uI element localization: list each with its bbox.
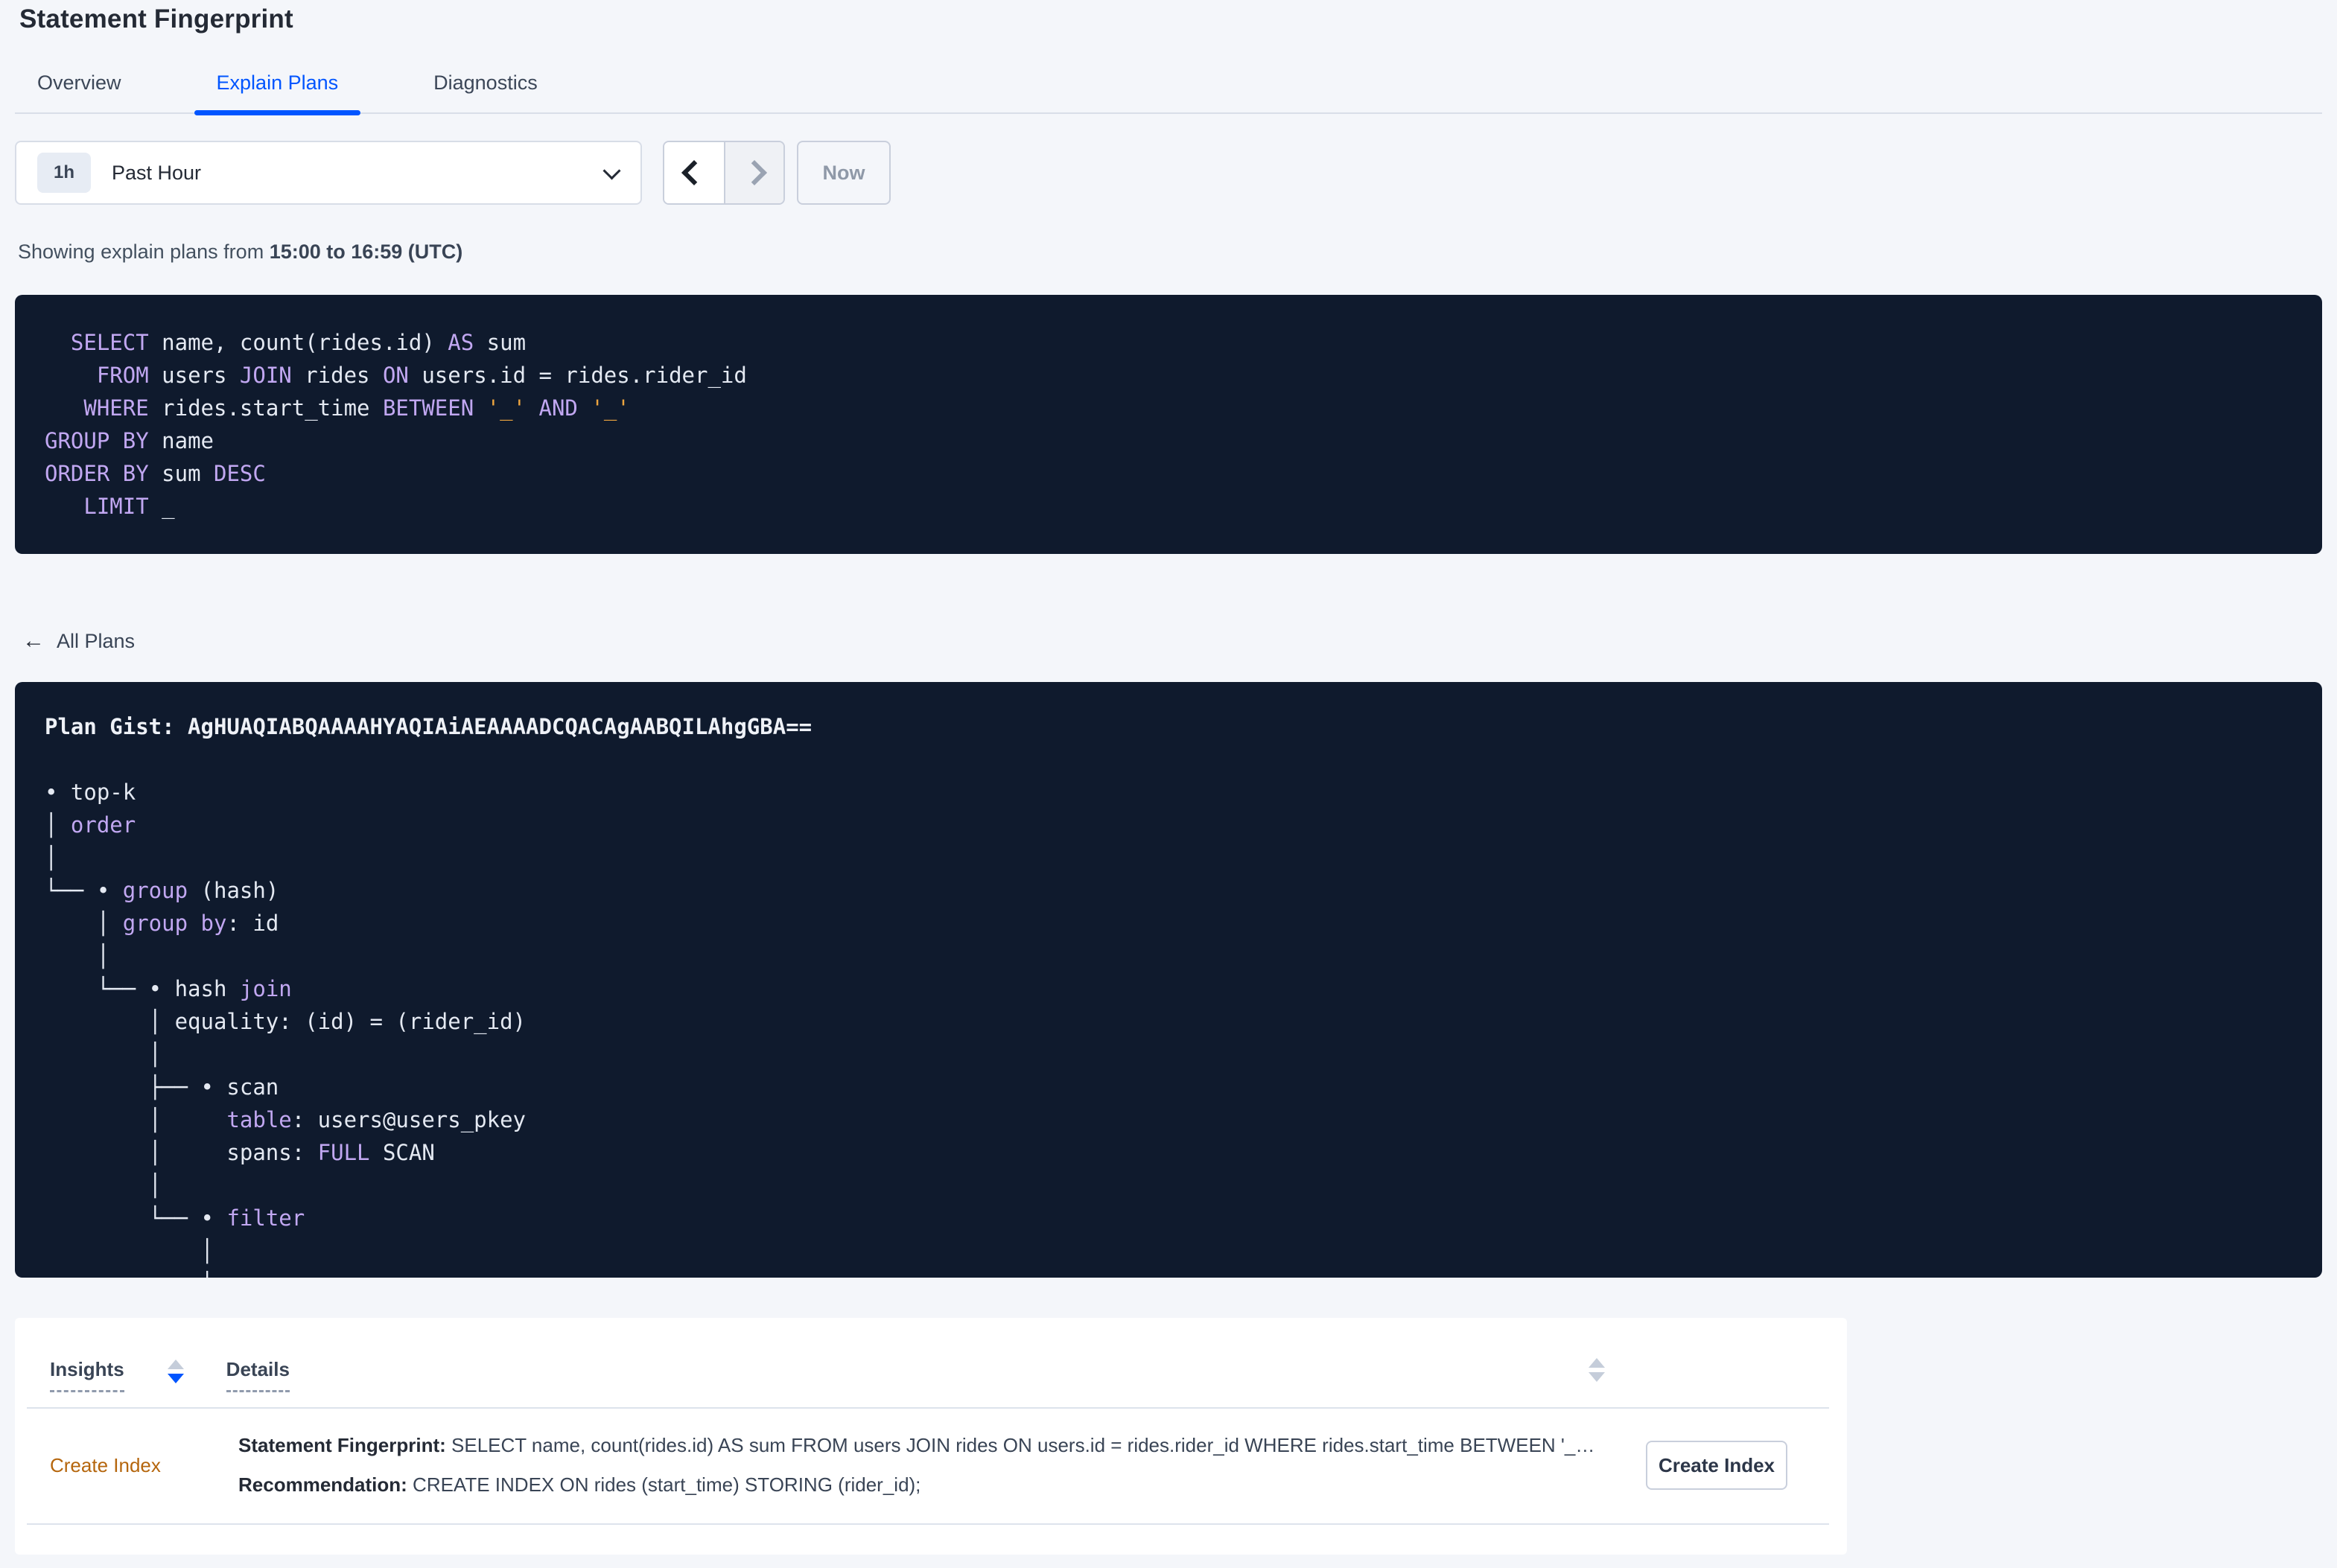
all-plans-label: All Plans	[57, 629, 136, 652]
time-range-dropdown[interactable]: 1h Past Hour	[15, 141, 642, 205]
recommendation-line: Recommendation: CREATE INDEX ON rides (s…	[238, 1473, 1624, 1497]
sort-asc-icon	[1589, 1358, 1605, 1368]
action-cell: Create Index	[1624, 1441, 1847, 1490]
insight-type-link[interactable]: Create Index	[50, 1454, 161, 1476]
column-header-details[interactable]: Details	[226, 1358, 290, 1392]
all-plans-link[interactable]: ← All Plans	[15, 628, 135, 654]
sql-fingerprint-box: SELECT name, count(rides.id) AS sum FROM…	[15, 295, 2322, 554]
sort-details-icon[interactable]	[1589, 1358, 1605, 1382]
page-title: Statement Fingerprint	[19, 4, 293, 34]
insight-cell: Create Index	[50, 1454, 223, 1477]
tab-diagnostics[interactable]: Diagnostics	[433, 71, 538, 112]
create-index-button[interactable]: Create Index	[1646, 1441, 1787, 1490]
now-button[interactable]: Now	[797, 141, 891, 205]
time-picker-row: 1h Past Hour Now	[15, 141, 2322, 205]
column-header-insights[interactable]: Insights	[50, 1358, 124, 1392]
insights-table-header: Insights Details	[15, 1358, 1847, 1392]
details-cell: Statement Fingerprint: SELECT name, coun…	[223, 1434, 1624, 1497]
showing-range-prefix: Showing explain plans from	[18, 240, 270, 263]
plan-gist-box: Plan Gist: AgHUAQIABQAAAAHYAQIAiAEAAAADC…	[15, 682, 2322, 1278]
time-range-badge: 1h	[37, 153, 91, 193]
back-arrow-icon: ←	[22, 628, 45, 653]
showing-range-bold: 15:00 to 16:59 (UTC)	[269, 240, 463, 263]
sort-desc-icon	[167, 1374, 184, 1383]
prev-time-button[interactable]	[664, 142, 724, 203]
statement-fingerprint-line: Statement Fingerprint: SELECT name, coun…	[238, 1434, 1624, 1457]
sort-asc-icon	[167, 1360, 184, 1369]
insights-table-card: Insights Details Create Index Statement …	[15, 1318, 1847, 1555]
time-range-selected: Past Hour	[112, 161, 202, 184]
time-nav-group	[663, 141, 785, 205]
tab-bar: Overview Explain Plans Diagnostics	[15, 71, 2322, 115]
chevron-left-icon	[681, 160, 707, 185]
tab-explain-plans[interactable]: Explain Plans	[194, 71, 360, 115]
chevron-down-icon	[602, 161, 621, 180]
table-row: Create Index Statement Fingerprint: SELE…	[15, 1409, 1847, 1497]
chevron-right-icon	[742, 160, 767, 185]
page: Statement Fingerprint Overview Explain P…	[0, 0, 2337, 1555]
sort-insights-icon[interactable]	[167, 1360, 184, 1383]
next-time-button[interactable]	[724, 142, 783, 203]
recommendation-label: Recommendation:	[238, 1473, 407, 1496]
statement-fingerprint-label: Statement Fingerprint:	[238, 1434, 446, 1456]
sort-desc-icon	[1589, 1372, 1605, 1382]
row-divider	[27, 1523, 1829, 1525]
showing-range-text: Showing explain plans from 15:00 to 16:5…	[15, 240, 2322, 264]
recommendation-text: CREATE INDEX ON rides (start_time) STORI…	[407, 1473, 921, 1496]
tab-overview[interactable]: Overview	[37, 71, 121, 112]
statement-fingerprint-text: SELECT name, count(rides.id) AS sum FROM…	[445, 1434, 1595, 1456]
